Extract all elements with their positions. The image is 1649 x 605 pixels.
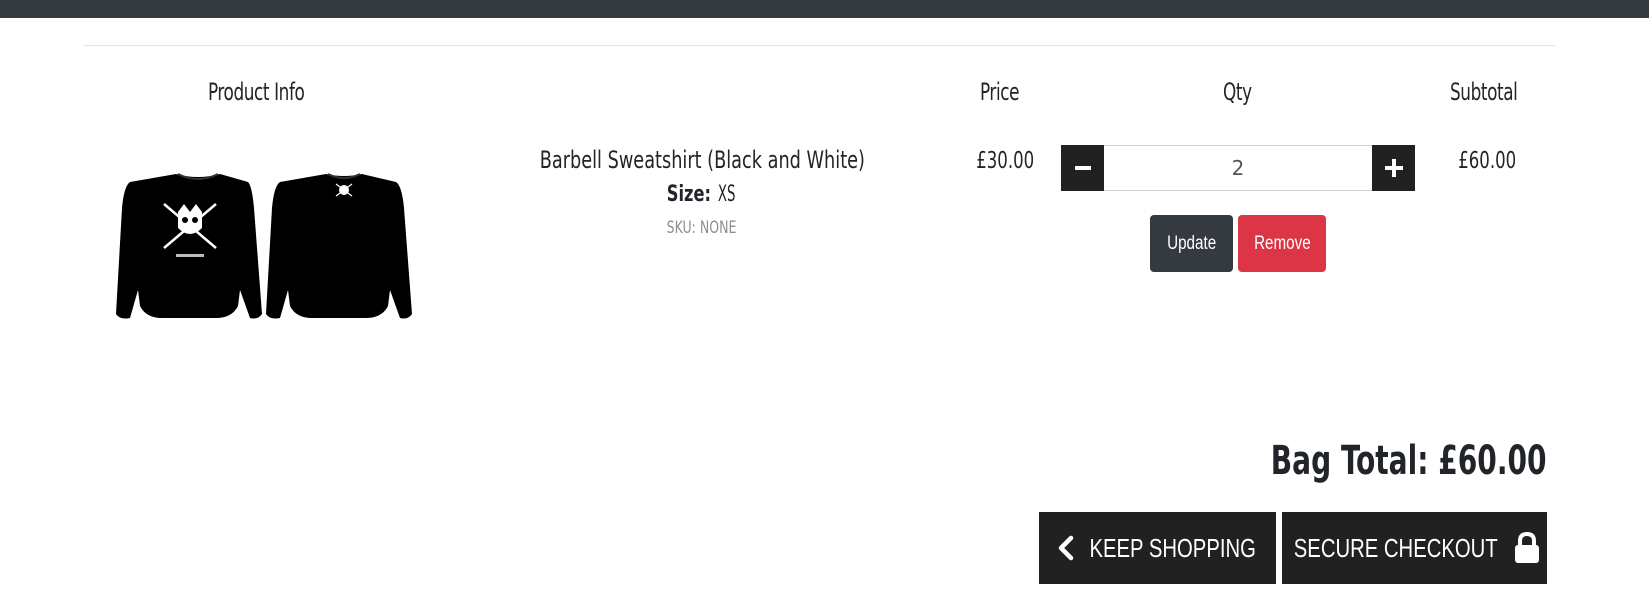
product-image[interactable]: [112, 168, 420, 334]
top-navbar: [0, 0, 1649, 18]
increment-button[interactable]: [1372, 145, 1415, 191]
header-product-info: Product Info: [208, 78, 305, 106]
secure-checkout-button[interactable]: SECURE CHECKOUT: [1282, 512, 1547, 584]
header-subtotal: Subtotal: [1450, 78, 1518, 106]
minus-icon: [1074, 166, 1091, 170]
sweatshirt-back: [266, 173, 412, 319]
update-button[interactable]: Update: [1150, 215, 1233, 272]
chevron-left-icon: [1058, 535, 1074, 561]
quantity-input[interactable]: [1104, 146, 1372, 190]
lock-icon: [1515, 532, 1540, 563]
header-qty: Qty: [1223, 78, 1252, 106]
sweatshirt-front: [116, 173, 262, 319]
decrement-button[interactable]: [1061, 145, 1104, 191]
product-name: Barbell Sweatshirt (Black and White): [539, 146, 865, 174]
plus-icon: [1384, 159, 1403, 177]
remove-button[interactable]: Remove: [1238, 215, 1326, 272]
quantity-stepper: [1061, 145, 1415, 191]
size-label: Size:: [666, 182, 711, 207]
bag-total: Bag Total: £60.00: [1271, 438, 1547, 484]
product-sku: SKU: NONE: [667, 218, 737, 238]
divider: [83, 45, 1555, 46]
product-size: Size: XS: [480, 182, 924, 207]
item-price: £30.00: [976, 148, 1034, 174]
keep-shopping-label: KEEP SHOPPING: [1089, 532, 1256, 563]
item-subtotal: £60.00: [1458, 148, 1517, 174]
header-price: Price: [980, 78, 1020, 106]
secure-checkout-label: SECURE CHECKOUT: [1293, 532, 1498, 563]
keep-shopping-button[interactable]: KEEP SHOPPING: [1039, 512, 1276, 584]
size-value: XS: [717, 182, 736, 207]
